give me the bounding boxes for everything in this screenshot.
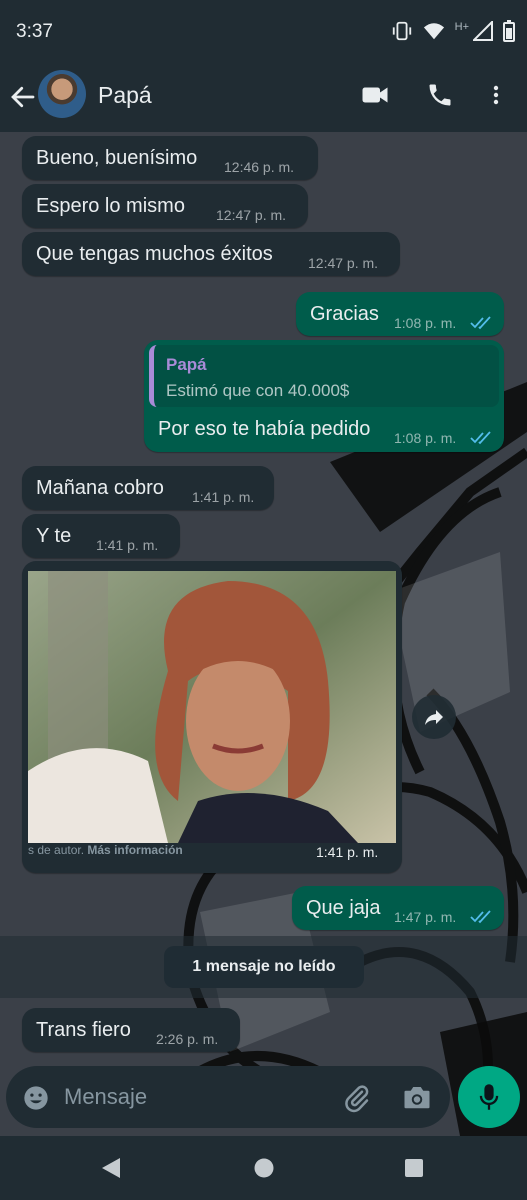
image-message-bubble[interactable]: s de autor. Más información 1:41 p. m. xyxy=(22,561,402,873)
read-ticks-icon xyxy=(470,910,491,924)
message-text: Y te xyxy=(36,525,72,547)
read-ticks-icon xyxy=(470,431,491,445)
status-bar: 3:37 H+ xyxy=(0,0,527,64)
phone-icon[interactable] xyxy=(426,80,454,110)
photo-portrait xyxy=(28,571,396,843)
wifi-icon xyxy=(423,23,444,40)
forward-icon xyxy=(425,710,443,725)
mic-icon xyxy=(479,1084,499,1110)
message-time: 12:47 p. m. xyxy=(216,207,287,223)
emoji-icon[interactable] xyxy=(22,1084,50,1112)
system-nav-bar xyxy=(0,1136,527,1200)
network-type: H+ xyxy=(454,21,469,33)
attach-icon[interactable] xyxy=(342,1083,372,1113)
nav-recents-icon[interactable] xyxy=(404,1158,424,1178)
message-time: 1:41 p. m. xyxy=(192,489,255,505)
message-input[interactable] xyxy=(64,1080,334,1114)
chat-area[interactable]: Bueno, buenísimo 12:46 p. m. Espero lo m… xyxy=(0,132,527,1136)
vibrate-icon xyxy=(392,21,411,41)
signal-icon xyxy=(473,21,493,41)
more-info-link[interactable]: Más información xyxy=(87,843,182,857)
avatar[interactable] xyxy=(38,70,86,118)
mic-button[interactable] xyxy=(458,1066,520,1128)
message-time: 1:41 p. m. xyxy=(316,844,379,860)
forward-button[interactable] xyxy=(412,695,456,739)
nav-back-icon[interactable] xyxy=(100,1156,122,1180)
status-icons: H+ xyxy=(391,20,515,42)
quoted-sender: Papá xyxy=(166,355,207,374)
message-bubble-incoming[interactable]: Trans fiero 2:26 p. m. xyxy=(22,1008,240,1052)
message-bubble-incoming[interactable]: Que tengas muchos éxitos 12:47 p. m. xyxy=(22,232,400,276)
camera-icon[interactable] xyxy=(402,1083,432,1111)
message-text: Por eso te había pedido xyxy=(158,418,371,440)
message-bubble-incoming[interactable]: Espero lo mismo 12:47 p. m. xyxy=(22,184,308,228)
message-time: 1:47 p. m. xyxy=(394,909,457,925)
message-text: Mañana cobro xyxy=(36,477,164,499)
battery-icon xyxy=(503,20,515,42)
message-time: 1:08 p. m. xyxy=(394,315,457,331)
unread-count-label: 1 mensaje no leído xyxy=(164,946,364,988)
message-time: 2:26 p. m. xyxy=(156,1031,219,1047)
message-time: 12:47 p. m. xyxy=(308,255,379,271)
message-bubble-incoming[interactable]: Mañana cobro 1:41 p. m. xyxy=(22,466,274,510)
message-text: Bueno, buenísimo xyxy=(36,147,198,169)
message-time: 1:08 p. m. xyxy=(394,430,457,446)
message-bubble-outgoing[interactable]: Que jaja 1:47 p. m. xyxy=(292,886,504,930)
photo-caption: s de autor. Más información xyxy=(28,843,183,857)
message-text: Gracias xyxy=(310,303,379,325)
nav-home-icon[interactable] xyxy=(253,1157,275,1179)
contact-name[interactable]: Papá xyxy=(98,82,152,109)
message-text: Trans fiero xyxy=(36,1019,131,1041)
message-bubble-outgoing-reply[interactable]: Papá Estimó que con 40.000$ Por eso te h… xyxy=(144,340,504,452)
message-composer xyxy=(6,1066,450,1128)
more-vert-icon[interactable] xyxy=(484,80,508,110)
message-bubble-incoming[interactable]: Y te 1:41 p. m. xyxy=(22,514,180,558)
unread-banner: 1 mensaje no leído xyxy=(0,936,527,998)
message-text: Que tengas muchos éxitos xyxy=(36,243,273,265)
quoted-message[interactable]: Papá Estimó que con 40.000$ xyxy=(149,345,499,407)
chat-header: Papá xyxy=(0,64,527,132)
back-arrow-icon[interactable] xyxy=(8,82,38,112)
message-time: 1:41 p. m. xyxy=(96,537,159,553)
message-bubble-outgoing[interactable]: Gracias 1:08 p. m. xyxy=(296,292,504,336)
message-text: Que jaja xyxy=(306,897,381,919)
video-call-icon[interactable] xyxy=(360,80,390,110)
shared-photo[interactable] xyxy=(28,571,396,843)
read-ticks-icon xyxy=(470,316,491,330)
message-bubble-incoming[interactable]: Bueno, buenísimo 12:46 p. m. xyxy=(22,136,318,180)
message-time: 12:46 p. m. xyxy=(224,159,295,175)
status-time: 3:37 xyxy=(16,21,53,42)
quoted-text: Estimó que con 40.000$ xyxy=(166,381,350,400)
message-text: Espero lo mismo xyxy=(36,195,185,217)
